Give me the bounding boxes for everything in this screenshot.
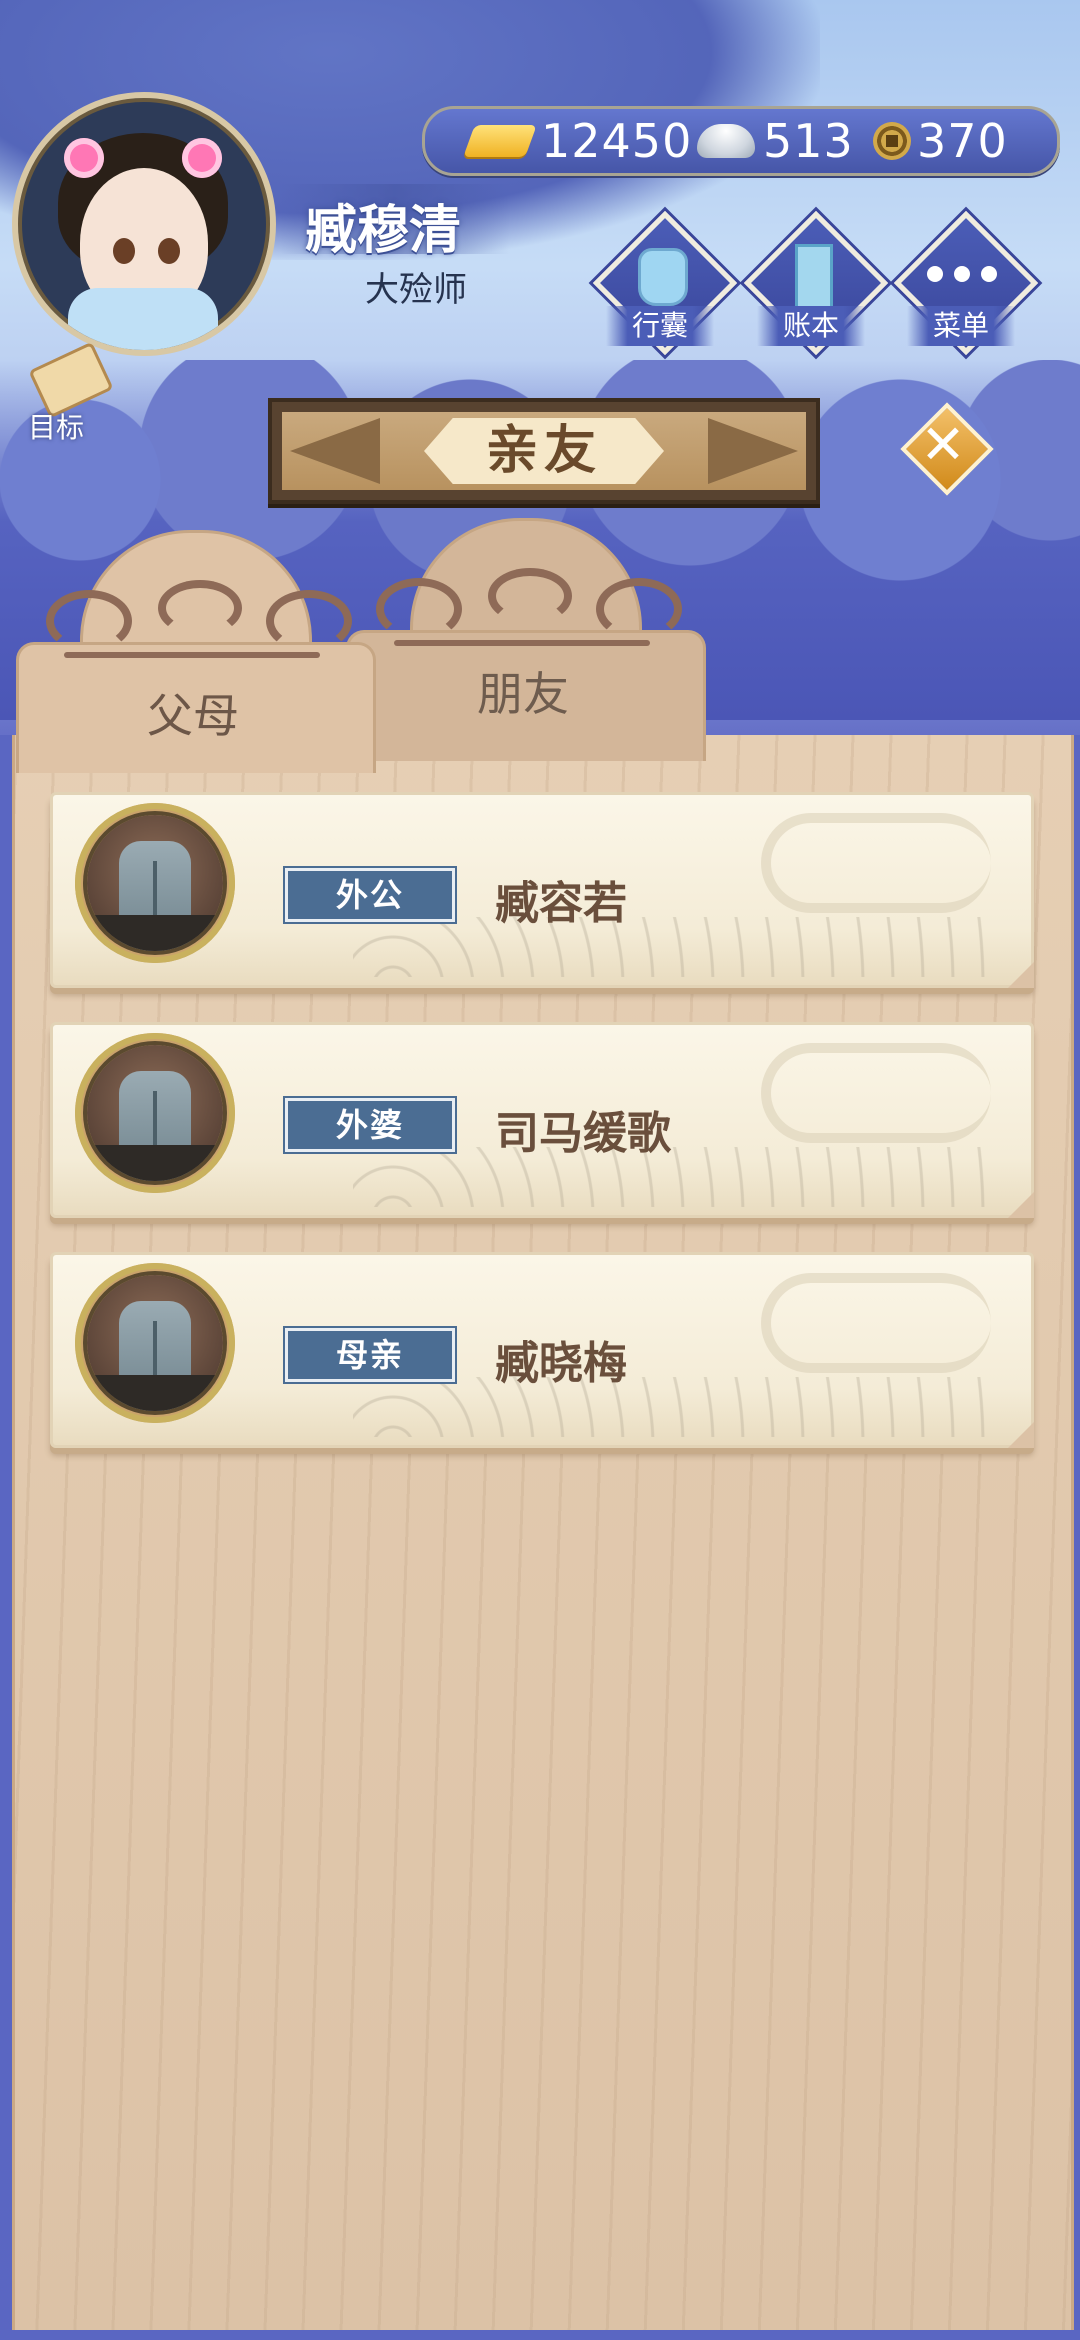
gold-currency: 12450 [463,114,693,168]
hair-flower-icon [182,138,222,178]
tab-parents-label: 父母 [147,689,239,743]
card-wave-decor [353,1377,993,1437]
relation-badge: 外婆 [285,1098,455,1152]
relative-portrait [75,1263,235,1423]
relative-name: 臧容若 [495,878,627,929]
avatar-eye [113,238,135,264]
player-name: 臧穆清 [305,201,462,261]
bag-button[interactable]: 行囊 [592,210,738,356]
close-icon: ✕ [920,413,966,476]
more-dots-icon [927,266,997,286]
card-wave-decor [353,1147,993,1207]
page-title-banner: 亲友 [268,398,820,504]
player-title: 大殓师 [365,270,467,310]
relative-portrait [75,1033,235,1193]
currency-bar: 12450 513 370 [422,106,1060,176]
relation-badge: 母亲 [285,1328,455,1382]
card-wave-decor [353,917,993,977]
menu-label: 菜单 [907,306,1015,346]
tab-friends-label: 朋友 [477,667,569,721]
relative-card[interactable]: 母亲 臧晓梅 [50,1252,1034,1448]
gold-amount: 12450 [541,114,693,168]
relative-card[interactable]: 外公 臧容若 [50,792,1034,988]
relation-badge: 外公 [285,868,455,922]
coin-currency: 370 [873,114,1008,168]
cloud-ornament-icon [376,568,682,648]
silver-amount: 513 [763,114,854,168]
relative-name: 臧晓梅 [495,1338,627,1389]
goal-label: 目标 [28,411,85,444]
title-banner-inner: 亲友 [282,412,806,490]
ledger-icon [795,244,833,310]
card-swirl-decor [761,813,991,913]
silver-ingot-icon [697,124,755,158]
ledger-label: 账本 [757,306,865,346]
gold-ingot-icon [463,125,537,157]
tab-friends[interactable]: 朋友 [346,518,706,761]
hair-flower-icon [64,138,104,178]
ledger-button[interactable]: 账本 [743,210,889,356]
avatar-eye [158,238,180,264]
menu-button[interactable]: 菜单 [893,210,1039,356]
tab-parents[interactable]: 父母 [16,530,376,773]
relative-card[interactable]: 外婆 司马缓歌 [50,1022,1034,1218]
bag-icon [638,248,688,306]
card-swirl-decor [761,1273,991,1373]
title-center-plate: 亲友 [424,418,664,484]
page-title: 亲友 [485,421,602,481]
relative-name: 司马缓歌 [495,1108,671,1159]
card-swirl-decor [761,1043,991,1143]
copper-coin-icon [873,122,911,160]
relative-portrait [75,803,235,963]
goal-button[interactable]: 目标 [14,341,114,444]
cloud-ornament-icon [46,580,352,660]
player-avatar[interactable] [12,92,276,356]
bag-label: 行囊 [606,306,714,346]
silver-currency: 513 [697,114,854,168]
close-button[interactable]: ✕ [900,402,994,496]
coin-amount: 370 [917,114,1008,168]
